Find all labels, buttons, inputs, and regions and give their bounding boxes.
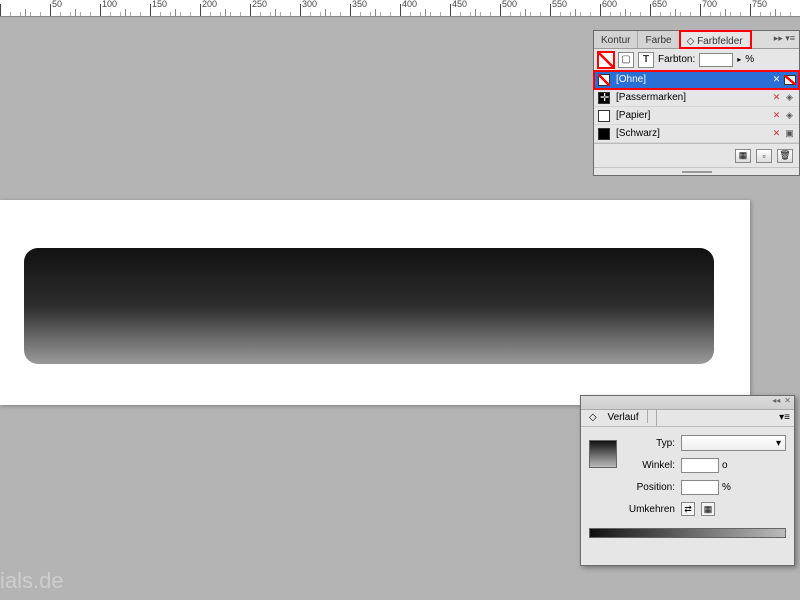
swatch-name: [Schwarz] <box>616 128 765 139</box>
swatch-chip <box>598 110 610 122</box>
swatch-row[interactable]: [Schwarz] ✕▣ <box>594 125 799 143</box>
swatch-row[interactable]: [Ohne] ✕ <box>594 71 799 89</box>
winkel-label: Winkel: <box>625 460 675 471</box>
ruler-horizontal: 5010015020025030035040045050055060065070… <box>0 0 800 17</box>
gradient-rectangle-shape[interactable] <box>24 248 714 364</box>
delete-swatch-button[interactable]: 🗑 <box>777 149 793 163</box>
swatch-footer: ▦ ▫ 🗑 <box>594 143 799 167</box>
gradient-panel-titlebar[interactable]: ◂◂ ✕ <box>581 396 794 410</box>
winkel-unit: o <box>722 460 728 471</box>
winkel-cell: o <box>681 458 786 473</box>
swatch-name: [Passermarken] <box>616 92 765 103</box>
position-label: Position: <box>625 482 675 493</box>
position-input[interactable] <box>681 480 719 495</box>
tint-input[interactable] <box>699 53 733 67</box>
swatch-flags: ✕ <box>771 74 795 85</box>
gradient-body: Typ: ▾ Winkel: o Position: % Umkehren ⇄ … <box>581 427 794 565</box>
swatch-flags: ✕◈ <box>771 110 795 121</box>
gradient-ramp[interactable] <box>589 528 786 538</box>
swatch-row[interactable]: [Papier] ✕◈ <box>594 107 799 125</box>
gradient-panel[interactable]: ◂◂ ✕ ◇ Verlauf ▾≡ Typ: ▾ Winkel: o Posit… <box>580 395 795 566</box>
winkel-input[interactable] <box>681 458 719 473</box>
tab-kontur[interactable]: Kontur <box>594 31 638 48</box>
swatch-flags: ✕◈ <box>771 92 795 103</box>
gradient-extra-button[interactable]: ▦ <box>701 502 715 516</box>
close-icon[interactable]: ✕ <box>784 396 791 409</box>
panel-menu-icon[interactable]: ▾≡ <box>775 410 794 426</box>
tint-arrow-icon[interactable]: ▸ <box>737 55 741 64</box>
gradient-tab-row: ◇ Verlauf ▾≡ <box>581 410 794 427</box>
fill-none-button[interactable] <box>598 52 614 68</box>
swatch-row[interactable]: [Passermarken] ✕◈ <box>594 89 799 107</box>
typ-select[interactable]: ▾ <box>681 435 786 451</box>
swatches-panel: Kontur Farbe ◇ Farbfelder ▸▸ ▾≡ ▢ T Farb… <box>593 30 800 176</box>
swatch-name: [Papier] <box>616 110 765 121</box>
watermark: ials.de <box>0 568 64 594</box>
new-swatch-button[interactable]: ▫ <box>756 149 772 163</box>
panel-resize-grabber[interactable] <box>594 167 799 175</box>
position-unit: % <box>722 482 731 493</box>
swatch-chip <box>598 92 610 104</box>
swatch-name: [Ohne] <box>616 74 765 85</box>
tab-verlauf[interactable]: ◇ Verlauf <box>581 410 657 426</box>
gradient-preview[interactable] <box>589 440 617 468</box>
panel-collapse-icon[interactable]: ▸▸ ▾≡ <box>770 31 799 48</box>
canvas[interactable] <box>0 200 750 405</box>
tab-verlauf-label: Verlauf <box>599 410 647 423</box>
stroke-toggle-button[interactable]: ▢ <box>618 52 634 68</box>
text-toggle-button[interactable]: T <box>638 52 654 68</box>
reverse-gradient-button[interactable]: ⇄ <box>681 502 695 516</box>
tab-farbfelder[interactable]: ◇ Farbfelder <box>680 31 751 48</box>
position-cell: % <box>681 480 786 495</box>
panel-tabs: Kontur Farbe ◇ Farbfelder ▸▸ ▾≡ <box>594 31 799 49</box>
show-swatches-button[interactable]: ▦ <box>735 149 751 163</box>
swatch-controls: ▢ T Farbton: ▸ % <box>594 49 799 71</box>
swatch-list: [Ohne] ✕ [Passermarken] ✕◈ [Papier] ✕◈ [Schwar… <box>594 71 799 143</box>
minimize-icon[interactable]: ◂◂ <box>772 396 780 409</box>
tint-label: Farbton: <box>658 54 695 65</box>
swatch-chip <box>598 128 610 140</box>
swatch-chip <box>598 74 610 86</box>
tab-farbfelder-label: Farbfelder <box>697 36 743 47</box>
typ-label: Typ: <box>625 438 675 449</box>
tab-farbe[interactable]: Farbe <box>638 31 679 48</box>
swatch-flags: ✕▣ <box>771 128 795 139</box>
umkehren-label: Umkehren <box>625 504 675 515</box>
tint-unit: % <box>745 54 754 65</box>
